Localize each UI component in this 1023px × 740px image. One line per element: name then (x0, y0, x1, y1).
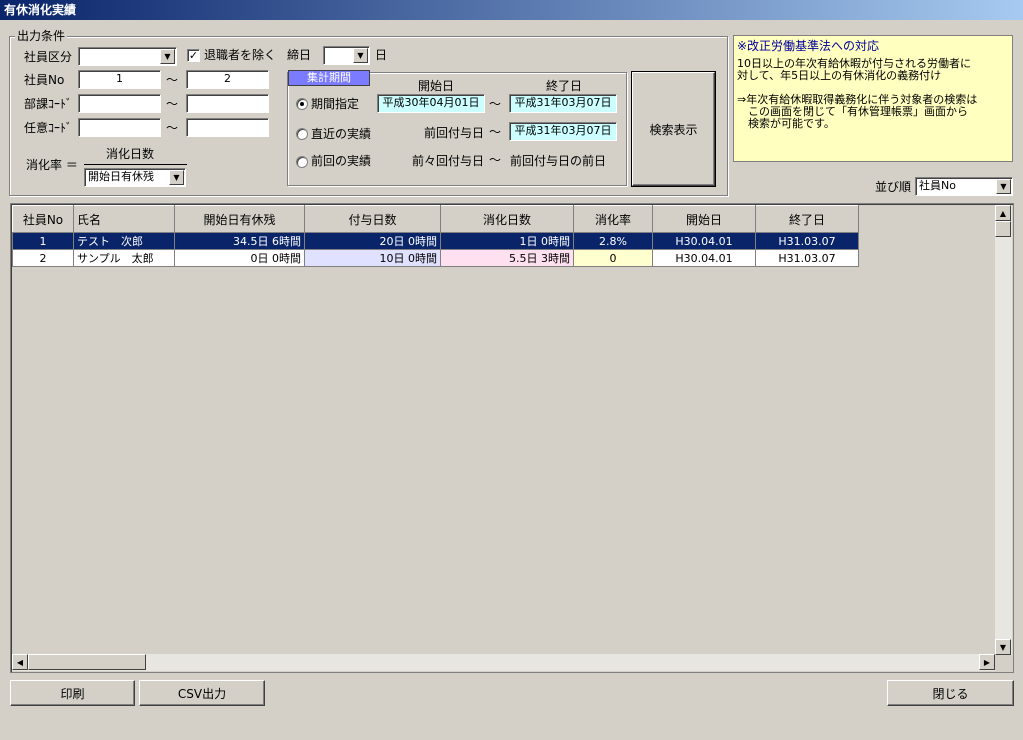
cell-consumed-days: 1日 0時間 (440, 232, 574, 250)
dept-code-to-input[interactable] (186, 94, 269, 113)
any-code-to-input[interactable] (186, 118, 269, 137)
cell-granted-days: 20日 0時間 (304, 232, 441, 250)
search-button[interactable]: 検索表示 (631, 71, 716, 187)
period-option1-label: 期間指定 (311, 97, 360, 111)
vertical-scroll-thumb[interactable] (995, 221, 1011, 237)
period-start-date-input[interactable]: 平成30年04月01日 (377, 94, 485, 113)
window-title: 有休消化実績 (0, 0, 1023, 20)
chevron-down-icon[interactable]: ▼ (996, 179, 1011, 194)
exclude-retired-checkbox[interactable]: ✓ (187, 49, 200, 62)
cell-rate: 0 (573, 249, 653, 267)
tilde: ～ (166, 97, 179, 111)
option2-end-date-input[interactable]: 平成31年03月07日 (509, 122, 617, 141)
print-button[interactable]: 印刷 (10, 680, 135, 706)
csv-export-button[interactable]: CSV出力 (139, 680, 265, 706)
employee-class-select[interactable]: ▼ (78, 47, 177, 66)
option3-start-label: 前々回付与日 (412, 154, 485, 168)
chevron-down-icon[interactable]: ▼ (353, 48, 368, 63)
any-code-label: 任意ｺｰﾄﾞ (24, 121, 73, 135)
note-title: ※改正労働基準法への対応 (737, 39, 880, 53)
period-option3-label: 前回の実績 (311, 154, 372, 168)
end-date-header: 終了日 (546, 79, 583, 93)
sort-label: 並び順 (875, 180, 912, 194)
close-button[interactable]: 閉じる (887, 680, 1014, 706)
fraction-line (84, 164, 187, 165)
column-header[interactable]: 付与日数 (304, 205, 441, 233)
cell-consumed-days: 5.5日 3時間 (440, 249, 574, 267)
results-grid[interactable]: 社員No 氏名 開始日有休残 付与日数 消化日数 消化率 開始日 終了日 1 テ… (10, 203, 1014, 673)
employee-no-label: 社員No (24, 73, 65, 87)
closing-day-unit: 日 (375, 48, 388, 62)
column-header[interactable]: 開始日有休残 (174, 205, 305, 233)
labor-law-note: ※改正労働基準法への対応 10日以上の年次有給休暇が付与される労働者に 対して、… (733, 35, 1013, 162)
scroll-up-icon[interactable]: ▲ (995, 205, 1011, 221)
cell-employee-no: 1 (12, 232, 74, 250)
column-header[interactable]: 終了日 (755, 205, 859, 233)
period-end-date-input[interactable]: 平成31年03月07日 (509, 94, 617, 113)
cell-rate: 2.8% (573, 232, 653, 250)
cell-name: サンプル 太郎 (73, 249, 175, 267)
table-row[interactable]: 1 テスト 次郎 34.5日 6時間 20日 0時間 1日 0時間 2.8% H… (12, 232, 859, 250)
scroll-left-icon[interactable]: ◀ (12, 654, 28, 670)
tilde: ～ (166, 73, 179, 87)
cell-start-date: H30.04.01 (652, 249, 756, 267)
tilde: ～ (489, 97, 502, 111)
cell-start-balance: 34.5日 6時間 (174, 232, 305, 250)
tilde: ～ (489, 153, 502, 167)
scroll-right-icon[interactable]: ▶ (979, 654, 995, 670)
period-option3-radio[interactable] (296, 156, 308, 168)
vertical-scrollbar[interactable]: ▲ ▼ (995, 205, 1012, 655)
closing-day-select[interactable]: ▼ (323, 46, 370, 65)
cell-name: テスト 次郎 (73, 232, 175, 250)
period-option1-radio[interactable] (296, 98, 308, 110)
horizontal-scroll-thumb[interactable] (28, 654, 146, 670)
closing-day-label: 締日 (287, 48, 312, 62)
cell-start-balance: 0日 0時間 (174, 249, 305, 267)
rate-numerator: 消化日数 (106, 147, 155, 161)
option2-start-label: 前回付与日 (424, 126, 485, 140)
any-code-from-input[interactable] (78, 118, 161, 137)
cell-end-date: H31.03.07 (755, 249, 859, 267)
sort-select[interactable]: 社員No ▼ (915, 177, 1013, 196)
employee-no-from-input[interactable]: 1 (78, 70, 161, 89)
start-date-header: 開始日 (418, 79, 455, 93)
cell-end-date: H31.03.07 (755, 232, 859, 250)
column-header[interactable]: 社員No (12, 205, 74, 233)
column-header[interactable]: 氏名 (73, 205, 175, 233)
column-header[interactable]: 消化率 (573, 205, 653, 233)
cell-employee-no: 2 (12, 249, 74, 267)
scroll-down-icon[interactable]: ▼ (995, 639, 1011, 655)
chevron-down-icon[interactable]: ▼ (169, 170, 184, 185)
rate-denominator-select[interactable]: 開始日有休残 ▼ (84, 168, 186, 187)
column-header[interactable]: 消化日数 (440, 205, 574, 233)
note-line: 対して、年5日以上の有休消化の義務付け (737, 69, 942, 82)
period-option2-radio[interactable] (296, 128, 308, 140)
tilde: ～ (166, 121, 179, 135)
cell-start-date: H30.04.01 (652, 232, 756, 250)
cell-granted-days: 10日 0時間 (304, 249, 441, 267)
table-row[interactable]: 2 サンプル 太郎 0日 0時間 10日 0時間 5.5日 3時間 0 H30.… (12, 249, 859, 267)
dept-code-from-input[interactable] (78, 94, 161, 113)
dept-code-label: 部課ｺｰﾄﾞ (24, 97, 73, 111)
horizontal-scrollbar[interactable]: ◀ ▶ (12, 654, 995, 671)
column-header[interactable]: 開始日 (652, 205, 756, 233)
option3-end-label: 前回付与日の前日 (510, 154, 607, 168)
period-legend: 集計期間 (288, 70, 370, 86)
note-line: 検索が可能です。 (737, 117, 835, 130)
exclude-retired-label: 退職者を除く (204, 48, 277, 62)
results-table: 社員No 氏名 開始日有休残 付与日数 消化日数 消化率 開始日 終了日 1 テ… (12, 205, 859, 267)
tilde: ～ (489, 125, 502, 139)
output-conditions-legend: 出力条件 (15, 29, 68, 43)
table-header-row: 社員No 氏名 開始日有休残 付与日数 消化日数 消化率 開始日 終了日 (12, 205, 859, 233)
rate-label: 消化率 ＝ (26, 158, 78, 172)
chevron-down-icon[interactable]: ▼ (160, 49, 175, 64)
period-option2-label: 直近の実績 (311, 127, 372, 141)
employee-class-label: 社員区分 (24, 50, 73, 64)
employee-no-to-input[interactable]: 2 (186, 70, 269, 89)
